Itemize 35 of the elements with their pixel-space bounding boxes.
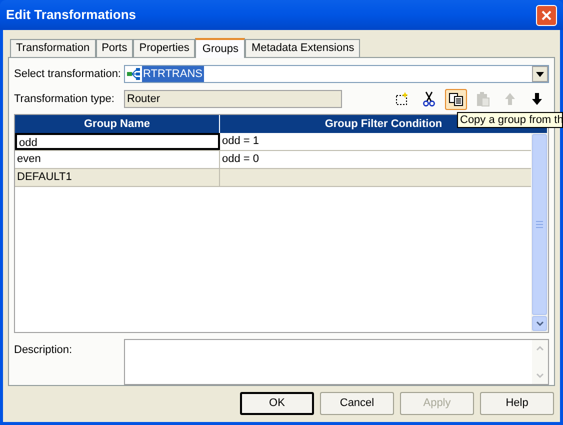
tab[interactable]: Ports bbox=[96, 39, 134, 57]
field-label: Select transformation: bbox=[14, 66, 122, 82]
window-title: Edit Transformations bbox=[6, 6, 136, 24]
table-cell[interactable]: odd = 1 bbox=[220, 133, 531, 150]
field-label: Transformation type: bbox=[14, 92, 116, 107]
close-button[interactable] bbox=[536, 4, 557, 26]
dialog-button[interactable]: Cancel bbox=[320, 392, 394, 415]
copy-icon bbox=[448, 92, 464, 106]
dialog-button[interactable]: OK bbox=[240, 392, 314, 415]
table-cell[interactable]: odd = 0 bbox=[220, 151, 531, 168]
clipboard-icon bbox=[476, 91, 490, 107]
tab[interactable]: Groups bbox=[195, 38, 246, 58]
table-cell[interactable]: even bbox=[15, 151, 220, 168]
router-icon bbox=[127, 68, 141, 80]
toolbar-button[interactable] bbox=[445, 88, 467, 110]
transformation-dropdown[interactable]: RTRTRANS bbox=[124, 65, 549, 83]
dropdown-value: RTRTRANS bbox=[142, 66, 204, 82]
field-label: Description: bbox=[14, 343, 74, 358]
scroll-down-button[interactable] bbox=[532, 316, 547, 331]
scrollbar[interactable] bbox=[531, 133, 548, 332]
close-icon bbox=[541, 10, 552, 20]
grip-icon bbox=[536, 221, 543, 228]
scissors-icon bbox=[423, 91, 435, 107]
down-arrow-icon bbox=[531, 92, 543, 106]
table-cell[interactable]: odd bbox=[15, 133, 220, 150]
chevron-down-icon bbox=[536, 321, 544, 326]
dialog-button[interactable]: Help bbox=[480, 392, 554, 415]
type-field: Router bbox=[124, 90, 342, 108]
tab[interactable]: Properties bbox=[133, 39, 196, 57]
tab[interactable]: Transformation bbox=[10, 39, 96, 57]
up-arrow-icon bbox=[504, 92, 516, 106]
column-header[interactable]: Group Name bbox=[15, 115, 220, 133]
tab[interactable]: Metadata Extensions bbox=[245, 39, 360, 57]
description-field[interactable] bbox=[124, 339, 549, 385]
new-item-icon bbox=[395, 92, 409, 106]
